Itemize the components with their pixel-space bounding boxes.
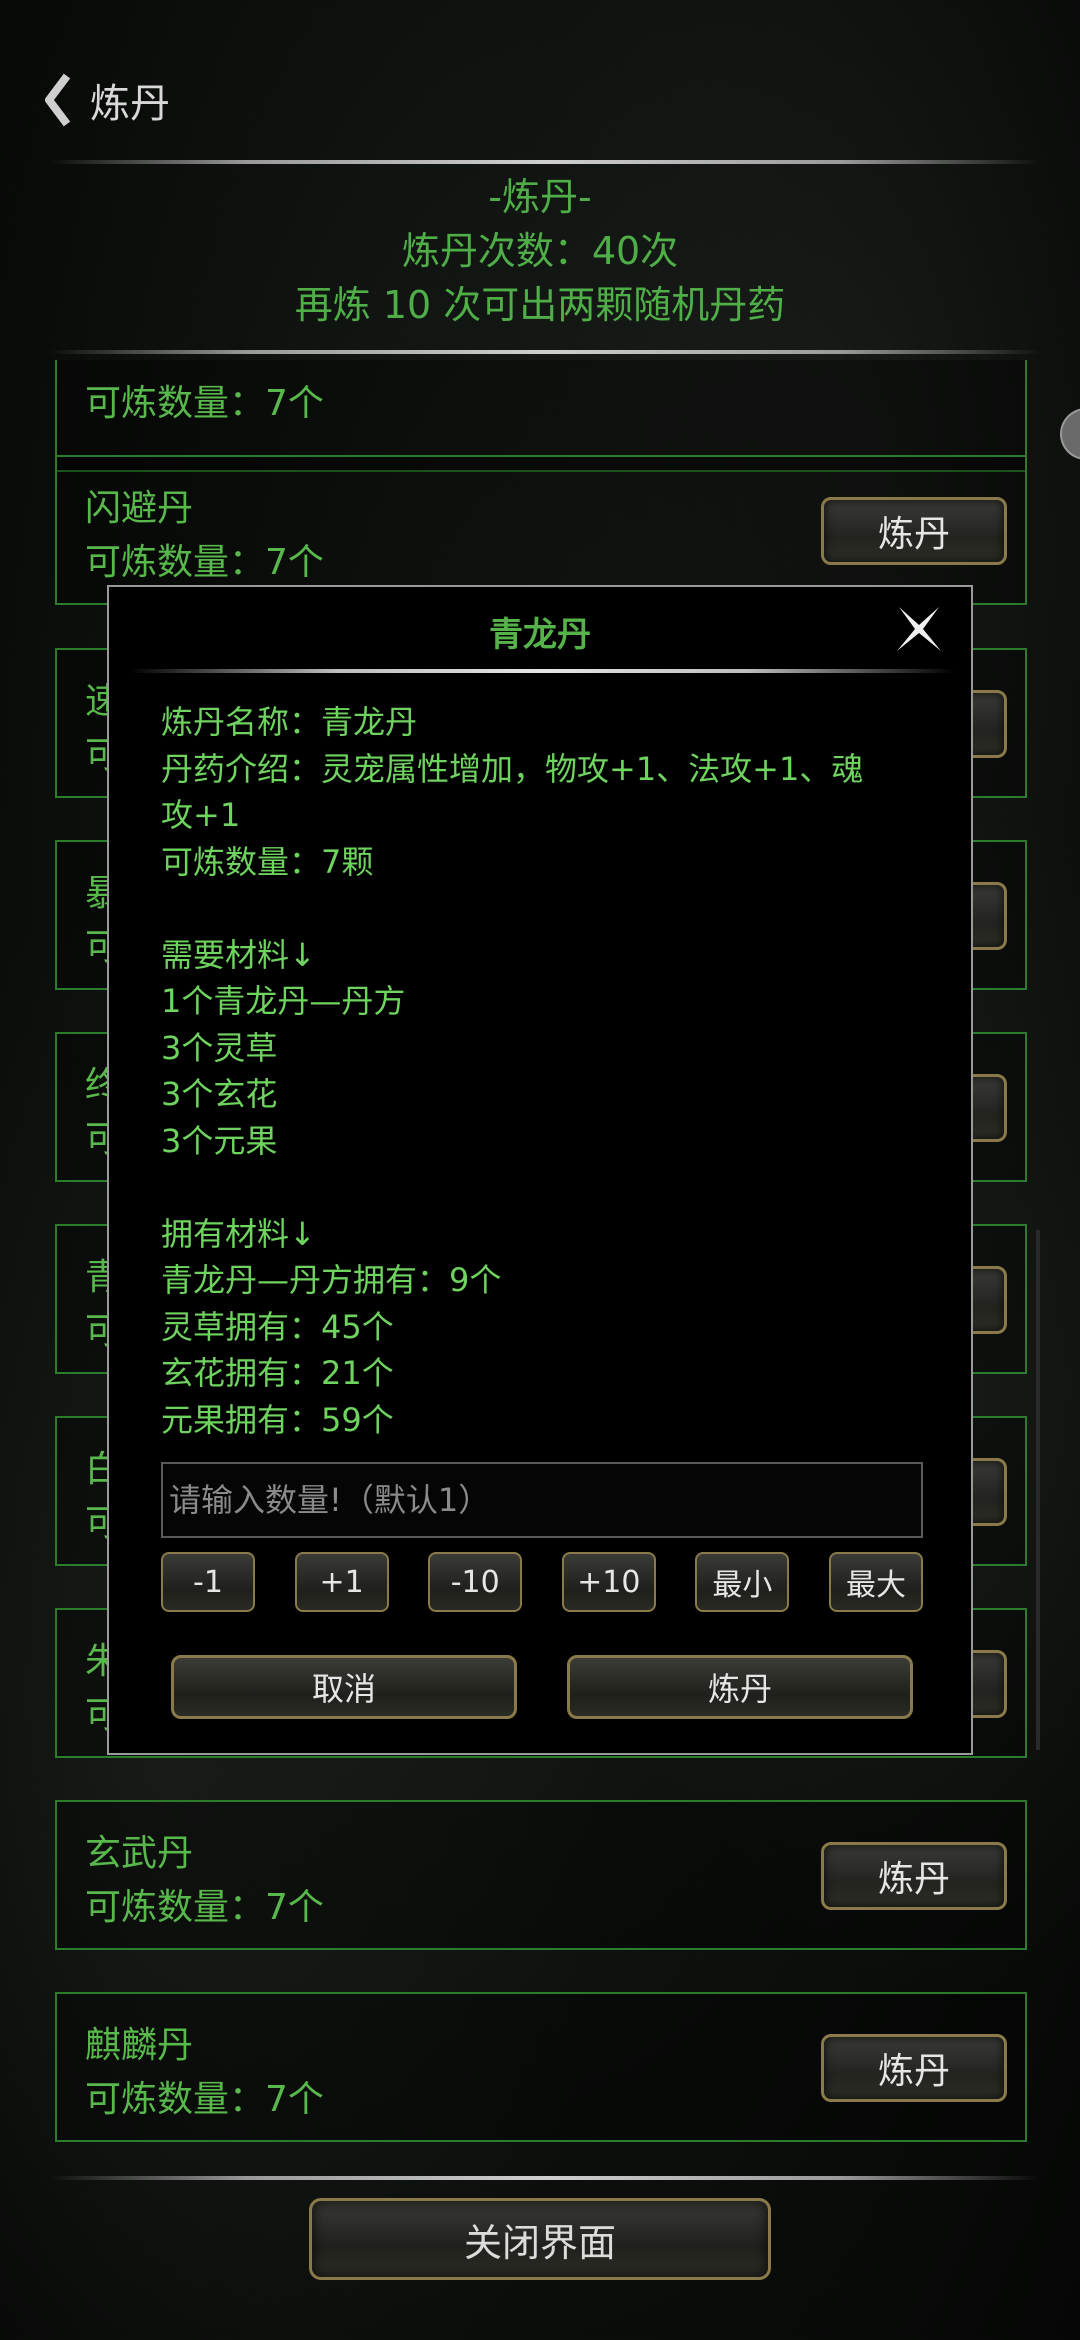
recipe-count: 可炼数量：7个 bbox=[85, 383, 324, 424]
recipe-count: 可炼数量：7个 bbox=[85, 2079, 324, 2120]
recipe-card: 麒麟丹 可炼数量：7个 炼丹 bbox=[55, 1992, 1027, 2142]
recipe-card: 玄武丹 可炼数量：7个 炼丹 bbox=[55, 1800, 1027, 1950]
detail-line: 攻+1 bbox=[161, 796, 241, 834]
detail-line: 3个玄花 bbox=[161, 1075, 278, 1113]
modal-divider bbox=[129, 669, 955, 673]
recipe-count: 可炼数量：7个 bbox=[85, 1887, 324, 1928]
modal-actions: 取消 炼丹 bbox=[171, 1655, 913, 1721]
detail-line: 3个灵草 bbox=[161, 1028, 278, 1067]
header-divider-top bbox=[50, 160, 1040, 164]
quantity-input[interactable] bbox=[161, 1462, 923, 1538]
recipe-details: 炼丹名称：青龙丹 丹药介绍：灵宠属性增加，物攻+1、法攻+1、魂 攻+1 可炼数… bbox=[161, 699, 931, 1443]
detail-line: 炼丹名称：青龙丹 bbox=[161, 703, 418, 741]
close-screen-button[interactable]: 关闭界面 bbox=[309, 2198, 771, 2280]
plus-1-button[interactable]: +1 bbox=[294, 1552, 389, 1612]
detail-line: 拥有材料↓ bbox=[161, 1214, 316, 1253]
back-chevron-icon[interactable] bbox=[28, 60, 88, 140]
top-nav-bar: 炼丹 bbox=[0, 60, 1080, 140]
close-x-icon[interactable] bbox=[889, 599, 949, 659]
detail-line: 元果拥有：59个 bbox=[161, 1400, 394, 1439]
list-scrollbar[interactable] bbox=[1036, 1230, 1040, 1750]
detail-line: 需要材料↓ bbox=[161, 935, 316, 974]
plus-10-button[interactable]: +10 bbox=[561, 1552, 656, 1612]
alchemy-bonus-hint: 再炼 10 次可出两颗随机丹药 bbox=[294, 283, 786, 327]
detail-line: 灵草拥有：45个 bbox=[161, 1307, 394, 1346]
recipe-card: 闪避丹 可炼数量：7个 炼丹 bbox=[55, 455, 1027, 605]
footer-divider bbox=[50, 2176, 1040, 2180]
refine-button[interactable]: 炼丹 bbox=[821, 497, 1007, 565]
detail-line: 玄花拥有：21个 bbox=[161, 1354, 394, 1392]
minus-10-button[interactable]: -10 bbox=[428, 1552, 523, 1612]
page-title: 炼丹 bbox=[90, 81, 170, 127]
cancel-button[interactable]: 取消 bbox=[171, 1655, 517, 1719]
alchemy-count: 炼丹次数：40次 bbox=[401, 229, 679, 273]
confirm-refine-button[interactable]: 炼丹 bbox=[567, 1655, 913, 1719]
recipe-detail-modal: 青龙丹 炼丹名称：青龙丹 丹药介绍：灵宠属性增加，物攻+1、法攻+1、魂 攻+1… bbox=[107, 585, 973, 1755]
detail-spacer bbox=[161, 885, 931, 932]
modal-title: 青龙丹 bbox=[489, 615, 591, 655]
minus-1-button[interactable]: -1 bbox=[161, 1552, 255, 1612]
detail-line: 可炼数量：7颗 bbox=[161, 842, 374, 881]
recipe-name: 玄武丹 bbox=[85, 1833, 194, 1874]
alchemy-info: -炼丹- 炼丹次数：40次 再炼 10 次可出两颗随机丹药 bbox=[0, 170, 1080, 332]
recipe-name: 麒麟丹 bbox=[85, 2025, 194, 2066]
detail-line: 1个青龙丹—丹方 bbox=[161, 982, 406, 1020]
quantity-step-row: -1 +1 -10 +10 最小 最大 bbox=[161, 1552, 923, 1614]
recipe-count: 可炼数量：7个 bbox=[85, 542, 324, 583]
detail-spacer bbox=[161, 1164, 931, 1211]
detail-line: 青龙丹—丹方拥有：9个 bbox=[161, 1261, 502, 1299]
detail-line: 3个元果 bbox=[161, 1121, 278, 1160]
header-divider-bottom bbox=[50, 350, 1040, 354]
min-button[interactable]: 最小 bbox=[695, 1552, 790, 1612]
refine-button[interactable]: 炼丹 bbox=[821, 2034, 1007, 2102]
refine-button[interactable]: 炼丹 bbox=[821, 1842, 1007, 1910]
recipe-name: 闪避丹 bbox=[85, 488, 194, 529]
max-button[interactable]: 最大 bbox=[828, 1552, 923, 1612]
detail-line: 丹药介绍：灵宠属性增加，物攻+1、法攻+1、魂 bbox=[161, 749, 864, 788]
alchemy-section-label: -炼丹- bbox=[488, 175, 592, 219]
